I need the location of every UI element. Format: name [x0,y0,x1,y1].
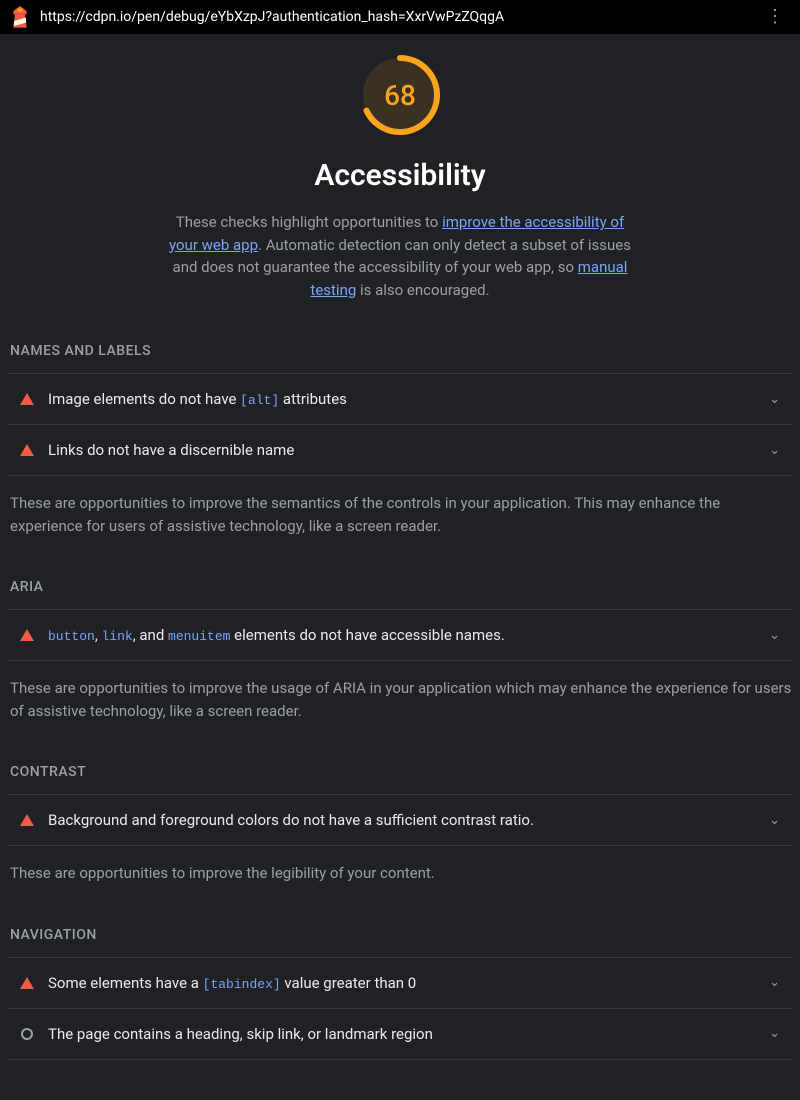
audit-title: Some elements have a [tabindex] value gr… [48,974,755,992]
audit-title: Background and foreground colors do not … [48,811,755,829]
report-description: These checks highlight opportunities to … [165,211,635,301]
audit-aria-names[interactable]: button, link, and menuitem elements do n… [8,609,792,661]
section-header: NAVIGATION [8,927,792,943]
audit-title: The page contains a heading, skip link, … [48,1025,755,1043]
audit-contrast[interactable]: Background and foreground colors do not … [8,794,792,846]
report-content: 68 Accessibility These checks highlight … [0,34,800,1100]
audit-title: Image elements do not have [alt] attribu… [48,390,755,408]
lighthouse-logo-icon [10,6,30,28]
url-bar[interactable]: https://cdpn.io/pen/debug/eYbXzpJ?authen… [40,9,750,25]
audit-link-name[interactable]: Links do not have a discernible name ⌄ [8,424,792,476]
audit-tabindex[interactable]: Some elements have a [tabindex] value gr… [8,957,792,1008]
score-value: 68 [359,54,441,136]
audit-landmark[interactable]: The page contains a heading, skip link, … [8,1008,792,1060]
section-description: These are opportunities to improve the s… [8,492,792,537]
topbar: https://cdpn.io/pen/debug/eYbXzpJ?authen… [0,0,800,34]
section-navigation: NAVIGATION Some elements have a [tabinde… [8,927,792,1060]
circle-icon [20,1027,34,1041]
audit-title: Links do not have a discernible name [48,441,755,459]
audit-image-alt[interactable]: Image elements do not have [alt] attribu… [8,373,792,424]
page-title: Accessibility [314,158,485,193]
more-menu-icon[interactable]: ⋮ [760,8,790,26]
chevron-down-icon: ⌄ [769,443,780,458]
chevron-down-icon: ⌄ [769,975,780,990]
chevron-down-icon: ⌄ [769,392,780,407]
section-header: CONTRAST [8,764,792,780]
score-gauge: 68 [359,54,441,136]
section-description: These are opportunities to improve the u… [8,677,792,722]
section-header: NAMES AND LABELS [8,343,792,359]
score-gauge-section: 68 Accessibility These checks highlight … [8,54,792,301]
section-names-labels: NAMES AND LABELS Image elements do not h… [8,343,792,537]
section-contrast: CONTRAST Background and foreground color… [8,764,792,885]
warning-icon [20,392,34,406]
warning-icon [20,813,34,827]
warning-icon [20,976,34,990]
section-aria: ARIA button, link, and menuitem elements… [8,579,792,722]
section-header: ARIA [8,579,792,595]
warning-icon [20,628,34,642]
warning-icon [20,443,34,457]
chevron-down-icon: ⌄ [769,628,780,643]
audit-title: button, link, and menuitem elements do n… [48,626,755,644]
section-description: These are opportunities to improve the l… [8,862,792,885]
chevron-down-icon: ⌄ [769,1026,780,1041]
chevron-down-icon: ⌄ [769,813,780,828]
